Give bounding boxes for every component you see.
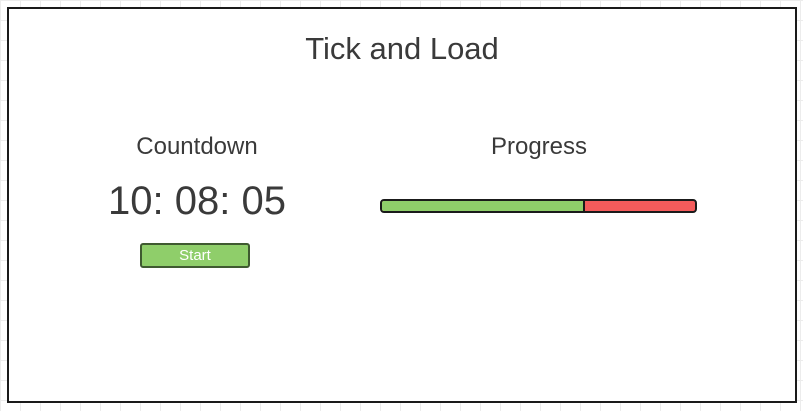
start-button[interactable]: Start <box>140 243 250 268</box>
app-frame: Tick and Load Countdown 10: 08: 05 Start… <box>7 7 797 403</box>
app-title: Tick and Load <box>305 31 499 66</box>
progress-heading: Progress <box>490 133 588 160</box>
countdown-timer: 10: 08: 05 <box>108 179 286 223</box>
countdown-heading: Countdown <box>136 133 258 160</box>
progress-bar <box>380 199 697 213</box>
progress-fill <box>382 201 586 211</box>
